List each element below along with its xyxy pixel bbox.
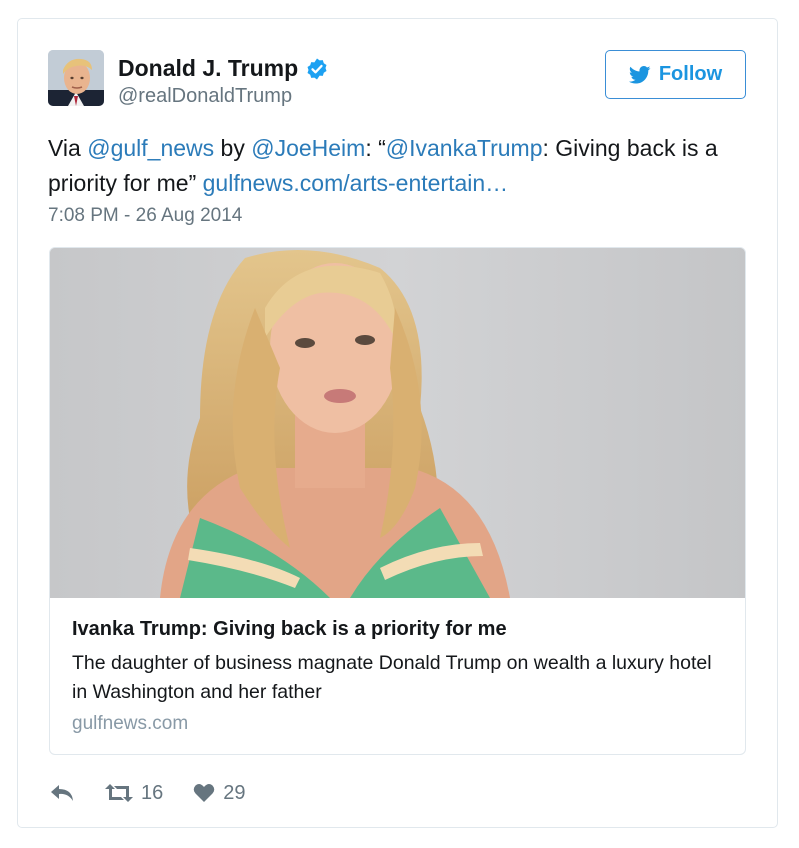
- card-description: The daughter of business magnate Donald …: [72, 652, 712, 703]
- like-button[interactable]: 29: [193, 781, 246, 805]
- tweet-text-via: Via: [48, 135, 88, 161]
- reply-icon: [49, 782, 75, 804]
- retweet-icon: [105, 782, 133, 804]
- heart-icon: [193, 783, 215, 803]
- twitter-bird-icon: [628, 65, 651, 84]
- author-handle[interactable]: @realDonaldTrump: [118, 85, 292, 108]
- card-domain: gulfnews.com: [72, 713, 189, 734]
- tweet-timestamp[interactable]: 7:08 PM - 26 Aug 2014: [48, 205, 242, 227]
- like-count: 29: [223, 781, 246, 804]
- card-title[interactable]: Ivanka Trump: Giving back is a priority …: [72, 618, 507, 641]
- mention-joeheim[interactable]: @JoeHeim: [251, 135, 365, 161]
- link-preview-card[interactable]: Ivanka Trump: Giving back is a priority …: [49, 247, 746, 755]
- author-name[interactable]: Donald J. Trump: [118, 55, 298, 82]
- tweet-link[interactable]: gulfnews.com/arts-entertain…: [203, 170, 509, 196]
- author-name-row[interactable]: Donald J. Trump: [118, 55, 329, 82]
- retweet-button[interactable]: 16: [105, 782, 163, 805]
- follow-label: Follow: [658, 63, 723, 85]
- tweet-card: Donald J. Trump @realDonaldTrump Follow …: [17, 18, 778, 828]
- tweet-text-by: by: [214, 135, 252, 161]
- tweet-actions: 16 29: [49, 779, 276, 807]
- avatar-image: [48, 50, 104, 106]
- verified-badge-icon: [305, 57, 329, 81]
- tweet-text-colon-quote: : “: [365, 135, 386, 161]
- card-image[interactable]: [50, 248, 745, 598]
- retweet-count: 16: [141, 781, 164, 804]
- mention-ivankatrump[interactable]: @IvankaTrump: [386, 135, 543, 161]
- mention-gulf-news[interactable]: @gulf_news: [87, 135, 214, 161]
- tweet-text: Via @gulf_news by @JoeHeim: “@IvankaTrum…: [48, 131, 748, 201]
- avatar[interactable]: [48, 50, 104, 106]
- follow-button[interactable]: Follow: [605, 50, 746, 99]
- reply-button[interactable]: [49, 782, 75, 804]
